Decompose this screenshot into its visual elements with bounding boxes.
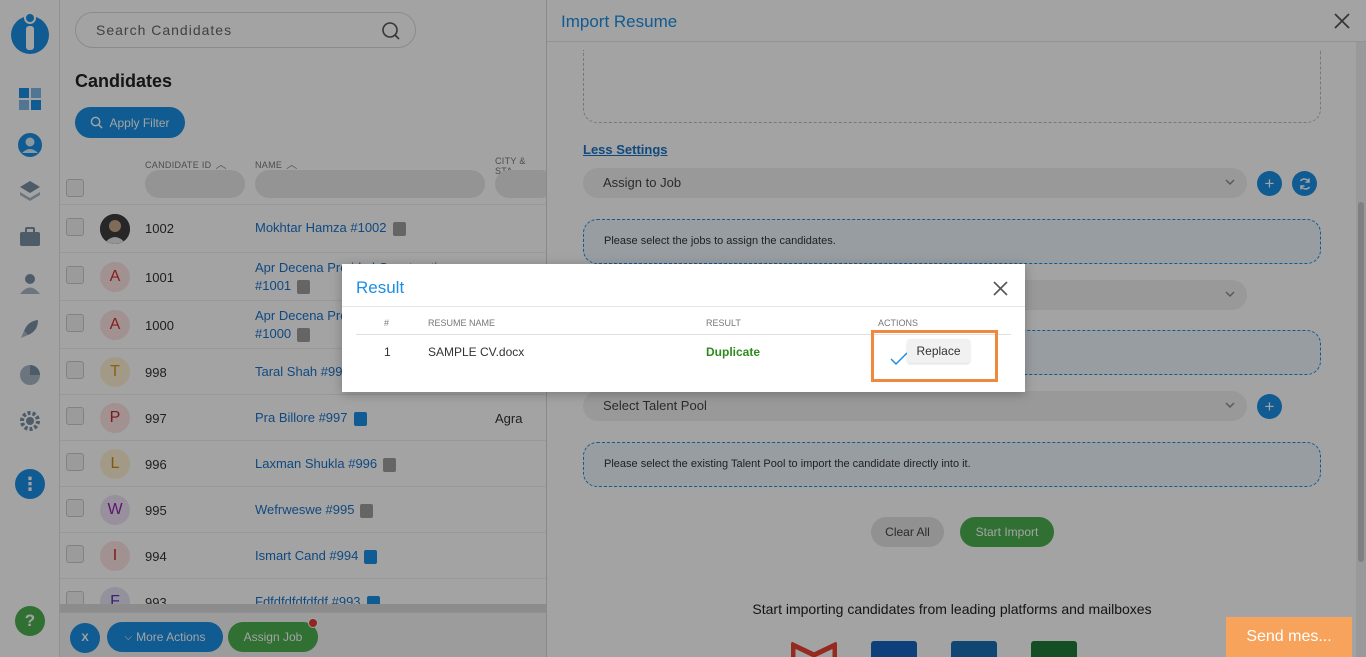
- result-status: Duplicate: [706, 345, 761, 359]
- divider: [342, 306, 1025, 307]
- checkmark-icon[interactable]: [889, 350, 909, 366]
- result-modal: Result # RESUME NAME RESULT ACTIONS 1 SA…: [342, 264, 1025, 392]
- column-header-actions: ACTIONS: [878, 318, 919, 328]
- modal-title: Result: [356, 278, 405, 297]
- result-index: 1: [384, 345, 391, 359]
- column-header-index: #: [384, 318, 390, 328]
- column-header-resume-name: RESUME NAME: [428, 318, 496, 328]
- column-header-result: RESULT: [706, 318, 741, 328]
- send-message-widget[interactable]: Send mes...: [1226, 617, 1352, 657]
- result-resume-name: SAMPLE CV.docx: [428, 345, 525, 359]
- replace-button[interactable]: Replace: [907, 339, 970, 363]
- close-icon[interactable]: [992, 280, 1009, 297]
